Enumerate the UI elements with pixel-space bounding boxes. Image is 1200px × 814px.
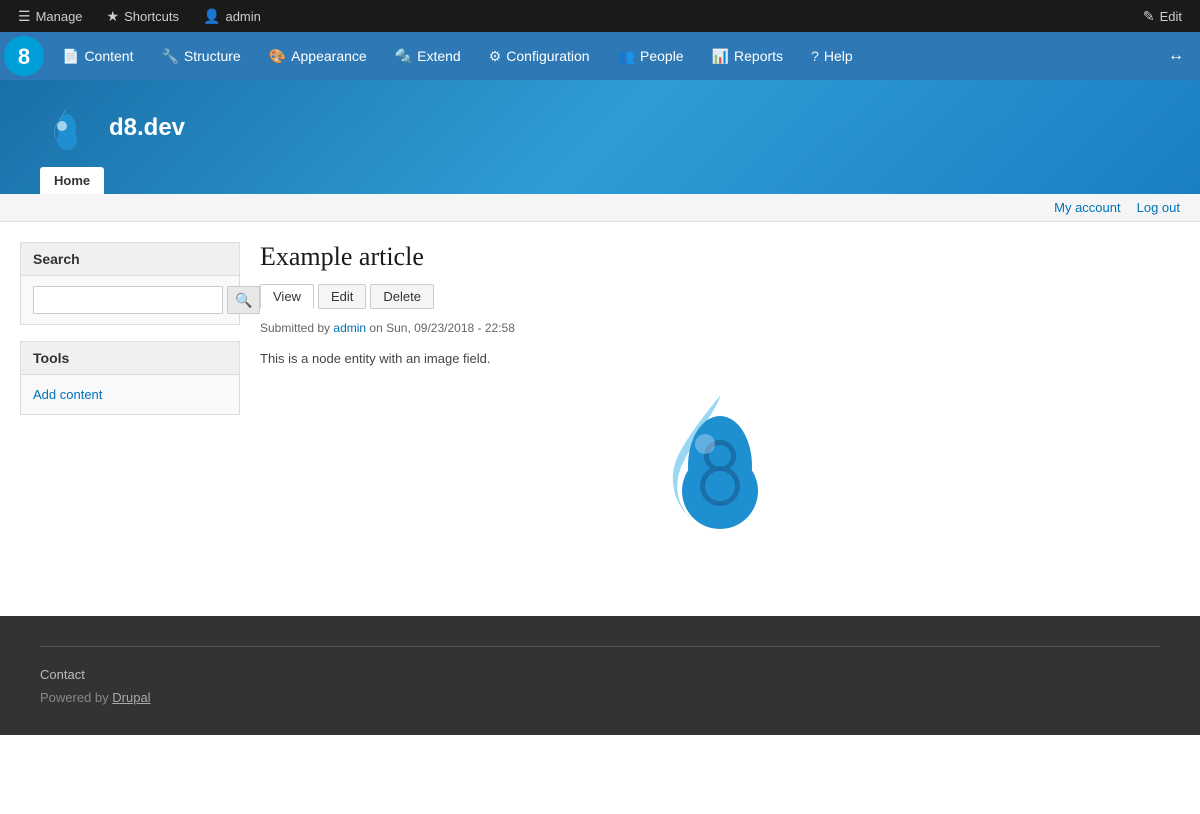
nav-item-reports[interactable]: 📊 Reports — [698, 32, 797, 80]
article-content: Example article View Edit Delete Submitt… — [260, 242, 1180, 556]
nav-bar: 8 📄 Content 🔧 Structure 🎨 Appearance 🔩 E… — [0, 32, 1200, 80]
tab-view-label: View — [273, 289, 301, 304]
shortcuts-button[interactable]: ★ Shortcuts — [97, 4, 189, 29]
user-links: My account Log out — [0, 194, 1200, 222]
edit-button[interactable]: ✎ Edit — [1133, 4, 1192, 29]
submitted-by-text: Submitted by — [260, 321, 330, 335]
powered-by-text: Powered by — [40, 690, 112, 705]
article-body: This is a node entity with an image fiel… — [260, 351, 1180, 366]
content-icon: 📄 — [62, 48, 79, 65]
appearance-label: Appearance — [291, 48, 367, 64]
nav-item-structure[interactable]: 🔧 Structure — [147, 32, 254, 80]
tab-delete-label: Delete — [383, 289, 421, 304]
tab-delete[interactable]: Delete — [370, 284, 434, 309]
structure-icon: 🔧 — [161, 48, 178, 65]
search-input[interactable] — [33, 286, 223, 314]
extend-icon: 🔩 — [395, 48, 412, 65]
nav-item-people[interactable]: 👥 People — [604, 32, 698, 80]
user-button[interactable]: 👤 admin — [193, 4, 271, 29]
log-out-link[interactable]: Log out — [1137, 200, 1180, 215]
drupal-link[interactable]: Drupal — [112, 690, 150, 705]
site-branding: d8.dev — [40, 100, 1160, 155]
user-label: admin — [225, 9, 260, 24]
site-header: d8.dev Home — [0, 80, 1200, 194]
nav-item-help[interactable]: ? Help — [797, 32, 867, 80]
drupal-logo[interactable]: 8 — [4, 36, 44, 76]
footer-powered: Powered by Drupal — [40, 690, 1160, 705]
tools-block-content: Add content — [21, 375, 239, 414]
configuration-icon: ⚙ — [489, 48, 502, 65]
toolbar-left: ☰ Manage ★ Shortcuts 👤 admin — [8, 4, 271, 29]
edit-label: Edit — [1160, 9, 1182, 24]
reports-label: Reports — [734, 48, 783, 64]
people-label: People — [640, 48, 684, 64]
configuration-label: Configuration — [506, 48, 589, 64]
site-logo[interactable] — [40, 100, 95, 155]
reports-icon: 📊 — [712, 48, 729, 65]
tab-edit[interactable]: Edit — [318, 284, 366, 309]
manage-icon: ☰ — [18, 8, 31, 25]
article-image — [260, 386, 1180, 546]
add-content-link[interactable]: Add content — [33, 385, 227, 404]
article-tabs: View Edit Delete — [260, 284, 1180, 309]
search-form: 🔍 — [33, 286, 227, 314]
home-nav-label: Home — [54, 173, 90, 188]
article-meta: Submitted by admin on Sun, 09/23/2018 - … — [260, 321, 1180, 335]
article-title: Example article — [260, 242, 1180, 272]
sidebar: Search 🔍 Tools Add content — [20, 242, 240, 556]
admin-toolbar: ☰ Manage ★ Shortcuts 👤 admin ✎ Edit — [0, 0, 1200, 32]
article-date: on Sun, 09/23/2018 - 22:58 — [369, 321, 514, 335]
nav-items: 📄 Content 🔧 Structure 🎨 Appearance 🔩 Ext… — [48, 32, 867, 80]
manage-label: Manage — [36, 9, 83, 24]
tab-edit-label: Edit — [331, 289, 353, 304]
author-link[interactable]: admin — [333, 321, 366, 335]
user-icon: 👤 — [203, 8, 220, 25]
tools-block: Tools Add content — [20, 341, 240, 415]
site-nav-home[interactable]: Home — [40, 167, 104, 194]
search-block-content: 🔍 — [21, 276, 239, 324]
shortcuts-icon: ★ — [107, 8, 120, 25]
my-account-link[interactable]: My account — [1054, 200, 1120, 215]
toolbar-right: ✎ Edit — [1133, 4, 1192, 29]
manage-button[interactable]: ☰ Manage — [8, 4, 93, 29]
site-nav: Home — [40, 167, 1160, 194]
site-logo-svg — [40, 100, 95, 155]
tools-block-title: Tools — [21, 342, 239, 375]
svg-text:8: 8 — [18, 44, 30, 69]
article-drupal-logo — [640, 386, 800, 546]
search-icon: 🔍 — [235, 292, 252, 308]
extend-label: Extend — [417, 48, 461, 64]
nav-item-configuration[interactable]: ⚙ Configuration — [475, 32, 604, 80]
nav-right: ↔ — [1156, 47, 1196, 65]
search-button[interactable]: 🔍 — [227, 286, 260, 314]
structure-label: Structure — [184, 48, 241, 64]
main-content: Search 🔍 Tools Add content Example artic… — [0, 222, 1200, 576]
help-icon: ? — [811, 48, 819, 64]
people-icon: 👥 — [618, 48, 635, 65]
contact-link[interactable]: Contact — [40, 667, 1160, 682]
search-block-title: Search — [21, 243, 239, 276]
help-label: Help — [824, 48, 853, 64]
site-name: d8.dev — [109, 114, 185, 142]
content-label: Content — [84, 48, 133, 64]
nav-item-extend[interactable]: 🔩 Extend — [381, 32, 475, 80]
site-footer: Contact Powered by Drupal — [0, 616, 1200, 735]
shortcuts-label: Shortcuts — [124, 9, 179, 24]
footer-divider — [40, 646, 1160, 647]
drupal-logo-svg: 8 — [4, 36, 44, 76]
nav-item-appearance[interactable]: 🎨 Appearance — [255, 32, 381, 80]
appearance-icon: 🎨 — [269, 48, 286, 65]
edit-icon: ✎ — [1143, 8, 1155, 25]
tab-view[interactable]: View — [260, 284, 314, 309]
nav-expand-icon[interactable]: ↔ — [1156, 47, 1196, 65]
search-block: Search 🔍 — [20, 242, 240, 325]
nav-item-content[interactable]: 📄 Content — [48, 32, 147, 80]
